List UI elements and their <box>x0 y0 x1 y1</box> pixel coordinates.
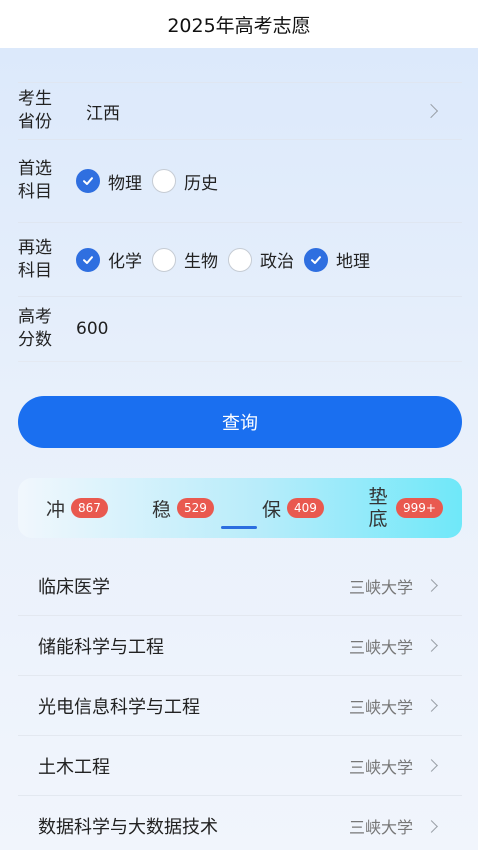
result-item[interactable]: 临床医学 三峡大学 <box>18 556 462 616</box>
first-subject-label: 首选 科目 <box>18 159 52 202</box>
result-item[interactable]: 光电信息科学与工程 三峡大学 <box>18 676 462 736</box>
page-title: 2025年高考志愿 <box>167 14 311 37</box>
count-badge: 999+ <box>396 498 443 518</box>
score-label: 高考 分数 <box>18 307 52 350</box>
tab-label: 垫底 <box>368 486 388 530</box>
chevron-right-icon <box>423 103 439 119</box>
second-subject-label: 再选 科目 <box>18 237 52 281</box>
checkmark-circle-icon <box>304 247 328 272</box>
count-badge: 867 <box>71 498 108 518</box>
school-name: 三峡大学 <box>348 757 413 777</box>
second-subject-option-label: 政治 <box>260 252 294 272</box>
chevron-right-icon <box>425 759 438 772</box>
second-subject-option[interactable]: 政治 <box>228 247 294 272</box>
tab-label: 稳 <box>152 498 172 521</box>
province-label: 考生 省份 <box>18 89 52 132</box>
school-name: 三峡大学 <box>348 697 413 717</box>
active-tab-indicator <box>221 526 257 529</box>
checkmark-circle-icon <box>76 169 100 193</box>
major-name: 储能科学与工程 <box>38 636 164 658</box>
second-subject-option[interactable]: 化学 <box>76 247 142 272</box>
tab-3[interactable]: 保 409 <box>262 478 324 538</box>
second-subject-option[interactable]: 地理 <box>304 247 370 272</box>
empty-circle-icon <box>152 247 176 272</box>
tab-label: 冲 <box>46 498 66 521</box>
score-row: 高考 分数 600 <box>18 297 462 362</box>
school-name: 三峡大学 <box>348 637 413 657</box>
count-badge: 409 <box>287 498 324 518</box>
results-list: 临床医学 三峡大学 储能科学与工程 三峡大学 光电信息科学与工程 三峡大学 土木工程 三峡大学… <box>18 556 462 856</box>
province-row[interactable]: 考生 省份 江西 <box>18 82 462 140</box>
tab-2[interactable]: 稳 529 <box>152 478 214 538</box>
second-subject-option-label: 化学 <box>108 252 142 272</box>
second-subject-option-label: 生物 <box>184 252 218 272</box>
checkmark-circle-icon <box>76 247 100 272</box>
result-item[interactable]: 土木工程 三峡大学 <box>18 736 462 796</box>
first-subject-option-label: 物理 <box>108 173 142 194</box>
second-subject-option-label: 地理 <box>336 252 370 272</box>
count-badge: 529 <box>177 498 214 518</box>
major-name: 数据科学与大数据技术 <box>38 817 218 838</box>
chevron-right-icon <box>425 819 438 833</box>
chevron-right-icon <box>425 639 438 652</box>
school-name: 三峡大学 <box>348 577 413 597</box>
score-input[interactable]: 600 <box>76 319 108 339</box>
empty-circle-icon <box>228 247 252 272</box>
app-header: 2025年高考志愿 <box>0 0 478 48</box>
first-subject-row: 首选 科目 物理 历史 <box>18 140 462 223</box>
main-page: 考生 省份 江西 首选 科目 物理 历史 再选 科目 化学 生物 政治 地理 高考 分数 600… <box>0 48 478 850</box>
first-subject-option[interactable]: 历史 <box>152 169 218 194</box>
query-button[interactable]: 查询 <box>18 396 462 448</box>
tab-label: 保 <box>262 498 282 521</box>
chevron-right-icon <box>425 579 438 592</box>
first-subject-option[interactable]: 物理 <box>76 169 142 194</box>
result-item[interactable]: 数据科学与大数据技术 三峡大学 <box>18 796 462 856</box>
major-name: 临床医学 <box>38 576 110 598</box>
school-name: 三峡大学 <box>348 818 413 837</box>
second-subject-row: 再选 科目 化学 生物 政治 地理 <box>18 223 462 297</box>
result-item[interactable]: 储能科学与工程 三峡大学 <box>18 616 462 676</box>
major-name: 土木工程 <box>38 756 110 778</box>
tab-1[interactable]: 冲 867 <box>46 478 108 538</box>
second-subject-option[interactable]: 生物 <box>152 247 218 272</box>
first-subject-option-label: 历史 <box>184 173 218 194</box>
tier-tabs: 冲 867 稳 529 保 409 垫底 999+ <box>18 478 462 538</box>
province-value: 江西 <box>86 103 120 124</box>
major-name: 光电信息科学与工程 <box>38 696 200 718</box>
chevron-right-icon <box>425 699 438 712</box>
query-form: 考生 省份 江西 首选 科目 物理 历史 再选 科目 化学 生物 政治 地理 高考 分数 600 <box>18 82 462 362</box>
empty-circle-icon <box>152 169 176 193</box>
tab-4[interactable]: 垫底 999+ <box>366 478 443 538</box>
